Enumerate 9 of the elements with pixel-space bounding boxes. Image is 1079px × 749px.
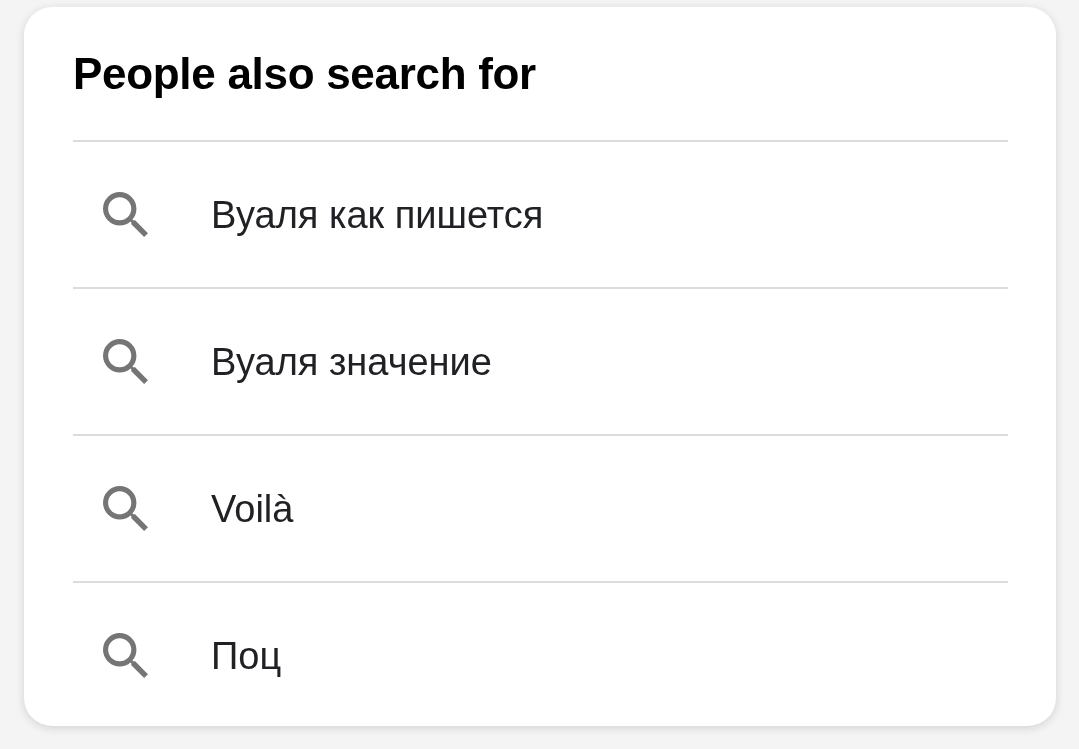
related-search-link[interactable]: Вуаля значение (73, 289, 512, 434)
search-icon (103, 486, 148, 531)
search-icon (103, 192, 148, 237)
section-heading: People also search for (73, 51, 536, 96)
related-search-link[interactable]: Вуаля как пишется (73, 142, 564, 287)
related-search-link[interactable]: Поц (73, 583, 302, 728)
search-icon (103, 339, 148, 384)
related-search-link[interactable]: Voilà (73, 436, 314, 581)
search-icon (103, 633, 148, 678)
